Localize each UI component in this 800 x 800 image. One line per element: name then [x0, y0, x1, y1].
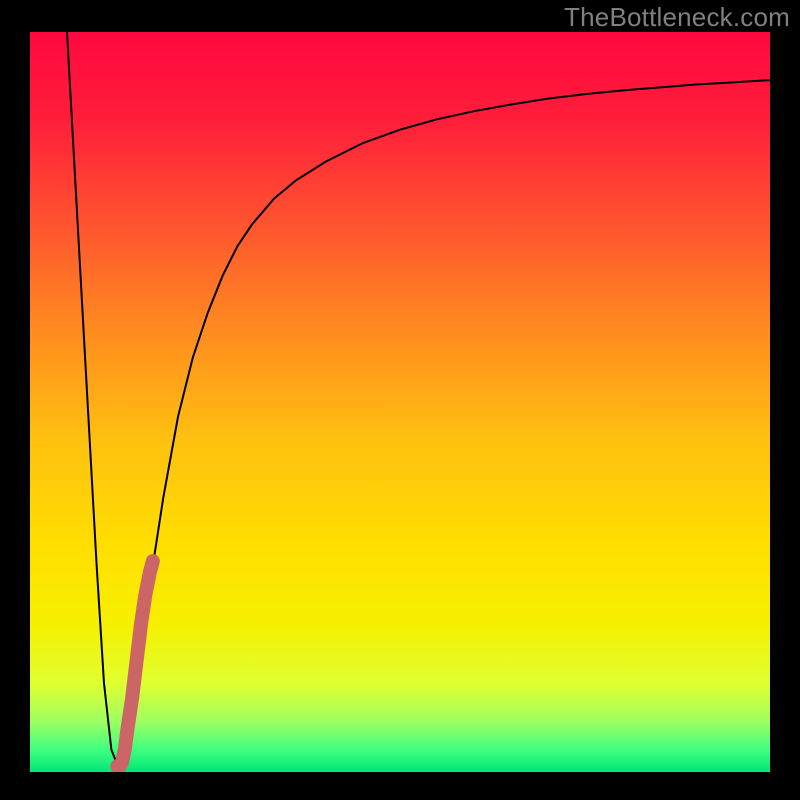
chart-stage: TheBottleneck.com	[0, 0, 800, 800]
bottleneck-chart	[0, 0, 800, 800]
watermark-text: TheBottleneck.com	[564, 2, 790, 33]
